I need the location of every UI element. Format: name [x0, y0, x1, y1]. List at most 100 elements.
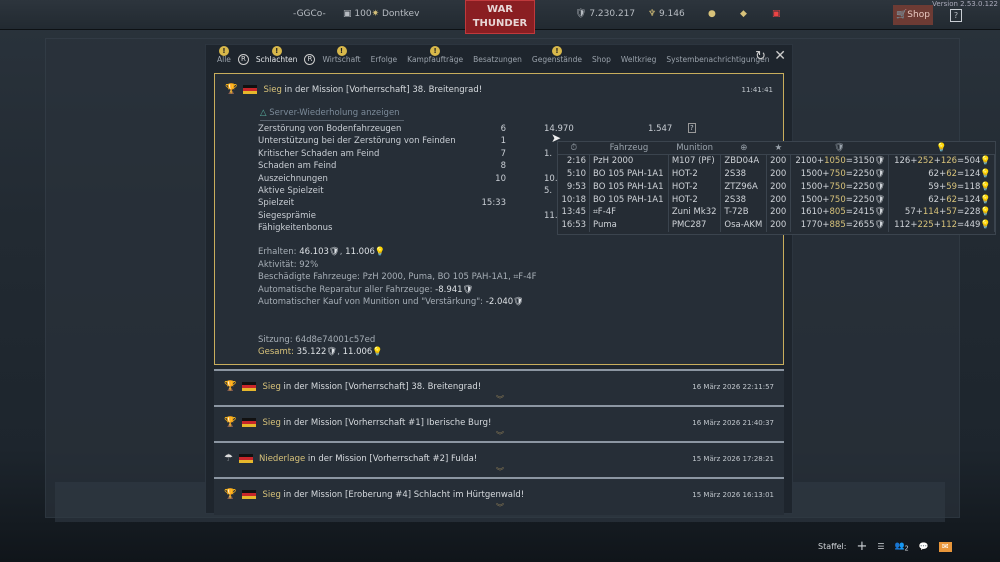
war-thunder-logo[interactable]: WAR THUNDER — [465, 0, 535, 34]
battle-entry[interactable]: 🏆 Sieg in der Mission [Vorherrschaft] 38.… — [214, 369, 784, 407]
chevron-down-icon[interactable]: ︾ — [496, 502, 504, 513]
chat-icon[interactable]: 💬 — [919, 542, 929, 551]
tab-label: Schlachten — [255, 55, 298, 64]
alert-badge: ! — [551, 46, 562, 56]
chevron-down-icon[interactable]: ︾ — [496, 466, 504, 477]
received-line: Erhalten: 46.103🛡, 11.006💡 — [258, 247, 386, 257]
tab-gegenstaende[interactable]: ! Gegenstände — [527, 46, 587, 69]
germany-flag-icon — [243, 85, 258, 94]
kill-sl: 1500+750=2250🛡 — [790, 180, 890, 194]
tab-label: Wirtschaft — [322, 55, 361, 64]
mail-icon[interactable]: ✉ — [938, 541, 952, 552]
list-icon[interactable]: ☰ — [877, 542, 884, 551]
stat-label: Siegesprämie — [258, 210, 317, 221]
add-squad-icon[interactable]: + — [856, 539, 867, 554]
squad-tag: -GGCo- — [293, 9, 326, 19]
total-label: Gesamt: — [258, 347, 294, 357]
silver-lions-icon: 🛡 — [790, 142, 889, 156]
kill-sl: 1770+885=2655🛡 — [790, 218, 890, 232]
tab-schlachten[interactable]: ! Schlachten — [251, 46, 303, 69]
mission-title: in der Mission [Eroberung #4] Schlacht i… — [280, 489, 525, 500]
tab-shop[interactable]: Shop — [587, 55, 616, 69]
tab-erfolge[interactable]: Erfolge — [366, 55, 403, 69]
top-bar: -GGCo- ▣ 100✷ Dontkev WAR THUNDER 🛡 7.230… — [0, 0, 1000, 34]
stat-count: 6 — [500, 124, 506, 134]
tab-wirtschaft[interactable]: ! Wirtschaft — [317, 46, 365, 69]
kill-time: 10:18 — [558, 193, 591, 206]
stat-count: 10 — [495, 173, 506, 184]
battle-entry[interactable]: 🏆 Sieg in der Mission [Eroberung #4] Schl… — [214, 477, 784, 515]
battle-time: 16 März 2026 21:40:37 — [692, 419, 774, 427]
stat-label: Zerstörung von Bodenfahrzeugen — [258, 124, 402, 134]
tooltip-header: ⏱ Fahrzeug Munition ⊕ ★ 🛡 💡 — [558, 142, 995, 156]
battle-time: 15 März 2026 17:28:21 — [692, 455, 774, 463]
ammo-header: Munition — [668, 142, 721, 156]
coupon-icon[interactable]: ▣ — [772, 9, 781, 19]
tab-bar: ! Alle R ! Schlachten R ! Wirtschaft Erfolg… — [206, 45, 792, 69]
session-id[interactable]: 64d8e74001c57ed — [295, 335, 375, 345]
session-label: Sitzung: — [258, 334, 293, 345]
kill-sl: 2100+1050=3150🛡 — [790, 154, 890, 168]
refresh-icon[interactable]: ↻ — [755, 49, 766, 64]
silver-lions[interactable]: 🛡 7.230.217 — [575, 9, 635, 19]
stat-count: 7 — [500, 148, 506, 159]
golden-eagles-value: 9.146 — [658, 9, 685, 19]
kill-rp: 62+62=124💡 — [888, 193, 995, 206]
kill-rp: 57+114+57=228💡 — [888, 205, 995, 219]
kill-target: ZTZ96A — [720, 180, 768, 194]
trophy-icon: 🏆 — [224, 381, 237, 392]
battle-entry[interactable]: 🏆 Sieg in der Mission [Vorherrschaft #1] … — [214, 405, 784, 443]
premium-icon[interactable]: ◆ — [740, 9, 747, 19]
shop-label: Shop — [907, 10, 930, 20]
repair-value: -8.941 — [435, 284, 463, 295]
mission-title: in der Mission [Vorherrschaft #1] Iberis… — [280, 417, 492, 428]
kill-rp: 112+225+112=449💡 — [888, 218, 995, 232]
tab-besatzungen[interactable]: Besatzungen — [468, 55, 527, 69]
kill-target: Osa-AKM — [720, 218, 768, 232]
tab-label: Kampfaufträge — [407, 55, 464, 64]
stat-silver-lions: 11. — [544, 210, 558, 221]
friends-count: 2 — [904, 544, 909, 553]
kill-vehicle: ⌗F-4F — [589, 205, 669, 219]
ammo-line: Automatischer Kauf von Munition und "Ver… — [258, 297, 524, 307]
battle-summary: Erhalten: 46.103🛡, 11.006💡 Aktivität: 92… — [258, 246, 537, 359]
battle-entry[interactable]: ☂ Niederlage in der Mission [Vorherrschaf… — [214, 441, 784, 479]
research-points-icon: 💡 — [888, 142, 995, 156]
battle-log-panel: ! Alle R ! Schlachten R ! Wirtschaft Erfolg… — [205, 44, 793, 515]
silver-lions-icon: 🛡 — [575, 9, 587, 19]
help-icon[interactable]: ? — [688, 123, 696, 133]
server-replay-link[interactable]: △ Server-Wiederholung anzeigen — [260, 108, 404, 121]
alert-badge: ! — [271, 46, 282, 56]
kill-vehicle: PzH 2000 — [589, 154, 669, 168]
tab-label: Erfolge — [370, 55, 398, 64]
silver-lions-value: 7.230.217 — [589, 9, 636, 19]
kill-sl: 1610+805=2415🛡 — [790, 205, 890, 219]
tab-weltkrieg[interactable]: Weltkrieg — [616, 55, 662, 69]
kill-time: 2:16 — [558, 154, 591, 168]
chevron-down-icon[interactable]: ︾ — [496, 430, 504, 441]
kill-rank: 200 — [766, 193, 791, 206]
tab-alle[interactable]: ! Alle — [212, 46, 236, 69]
activity-line: Aktivität: 92% — [258, 259, 537, 272]
research-bulb-icon[interactable]: ● — [708, 9, 716, 19]
prev-tab-button[interactable]: R — [237, 54, 249, 65]
shop-button[interactable]: 🛒Shop — [893, 5, 933, 25]
vehicle-header: Fahrzeug — [589, 142, 669, 156]
friends-icon[interactable]: 👥2 — [895, 541, 909, 553]
kill-rank: 200 — [766, 167, 791, 181]
bottom-bar: Staffel: + ☰ 👥2 💬 ✉ — [818, 539, 952, 554]
help-button[interactable]: ? — [950, 9, 962, 22]
mission-title: in der Mission [Vorherrschaft] 38. Breit… — [280, 381, 482, 392]
close-icon[interactable]: ✕ — [774, 48, 786, 64]
germany-flag-icon — [242, 490, 257, 499]
tab-kampfauftraege[interactable]: ! Kampfaufträge — [402, 46, 468, 69]
player-profile[interactable]: ▣ 100✷ Dontkev — [343, 9, 419, 19]
kill-rank: 200 — [766, 218, 791, 232]
golden-eagles[interactable]: ♆ 9.146 — [648, 9, 685, 19]
chevron-down-icon[interactable]: ︾ — [496, 394, 504, 405]
tab-label: Shop — [592, 55, 611, 64]
kill-ammo: Zuni Mk32 — [668, 205, 722, 219]
next-tab-button[interactable]: R — [304, 54, 316, 65]
parachute-icon: ☂ — [224, 453, 233, 464]
kill-rank: 200 — [766, 205, 791, 219]
